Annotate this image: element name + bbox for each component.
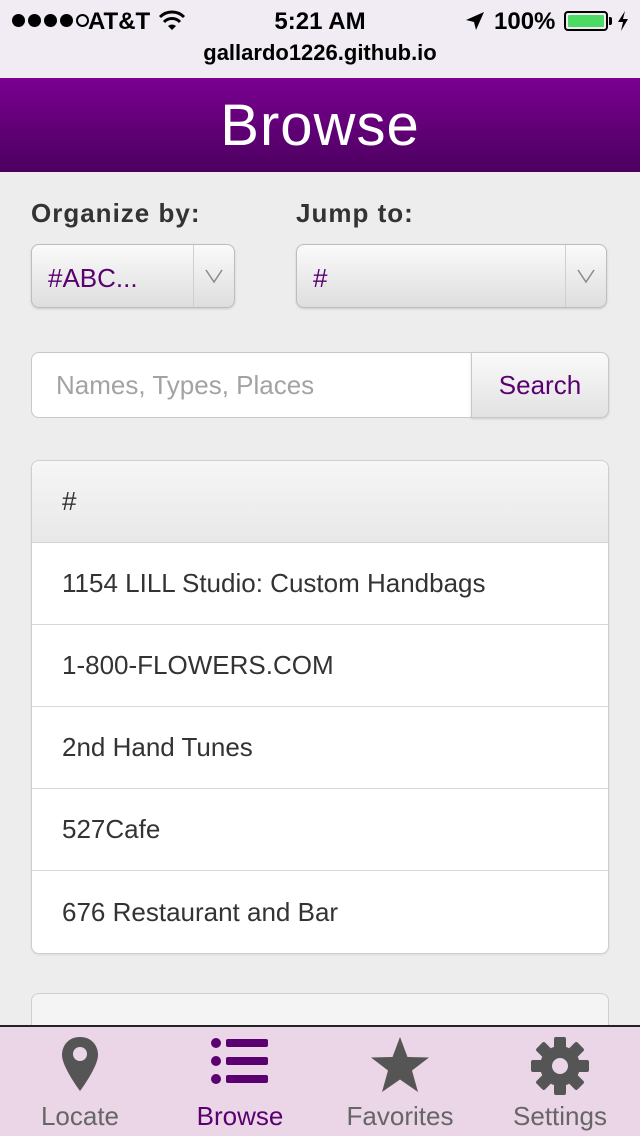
tab-label: Browse [196,1101,284,1131]
battery-percentage: 100% [494,8,556,35]
battery-icon [564,11,608,31]
search-button[interactable]: Search [471,352,609,418]
tab-browse[interactable]: Browse [160,1027,320,1136]
star-icon [369,1035,431,1100]
tab-label: Locate [40,1101,120,1131]
list-item[interactable]: 2nd Hand Tunes [32,707,608,789]
jump-to-value: # [313,263,328,293]
organize-by-label: Organize by: [31,198,201,228]
location-arrow-icon [464,10,486,37]
list-divider: # [32,461,608,543]
tab-locate[interactable]: Locate [0,1027,160,1136]
organize-by-value: #ABC... [48,263,138,293]
tab-bar: Locate Browse Favorites Settings [0,1025,640,1136]
tab-label: Settings [513,1101,607,1131]
address-bar-url[interactable]: gallardo1226.github.io [0,40,640,66]
gear-icon [529,1035,591,1102]
list-item[interactable]: 676 Restaurant and Bar [32,871,608,953]
tab-favorites[interactable]: Favorites [320,1027,480,1136]
jump-to-select[interactable]: # [296,244,607,308]
list-item[interactable]: 1154 LILL Studio: Custom Handbags [32,543,608,625]
list-icon [210,1035,270,1092]
map-pin-icon [60,1035,100,1098]
list-item[interactable]: 527Cafe [32,789,608,871]
tab-settings[interactable]: Settings [480,1027,640,1136]
status-bar: AT&T 5:21 AM 100% gallardo1226.github.io [0,0,640,78]
organize-by-select[interactable]: #ABC... [31,244,235,308]
page-header: Browse [0,78,640,172]
business-list: # 1154 LILL Studio: Custom Handbags 1-80… [31,460,609,954]
jump-to-label: Jump to: [296,198,414,228]
search-input[interactable] [31,352,472,418]
chevron-down-icon [565,245,606,307]
charging-bolt-icon [616,10,630,37]
list-item[interactable]: 1-800-FLOWERS.COM [32,625,608,707]
chevron-down-icon [193,245,234,307]
page-title: Browse [220,92,420,158]
tab-label: Favorites [346,1101,454,1131]
